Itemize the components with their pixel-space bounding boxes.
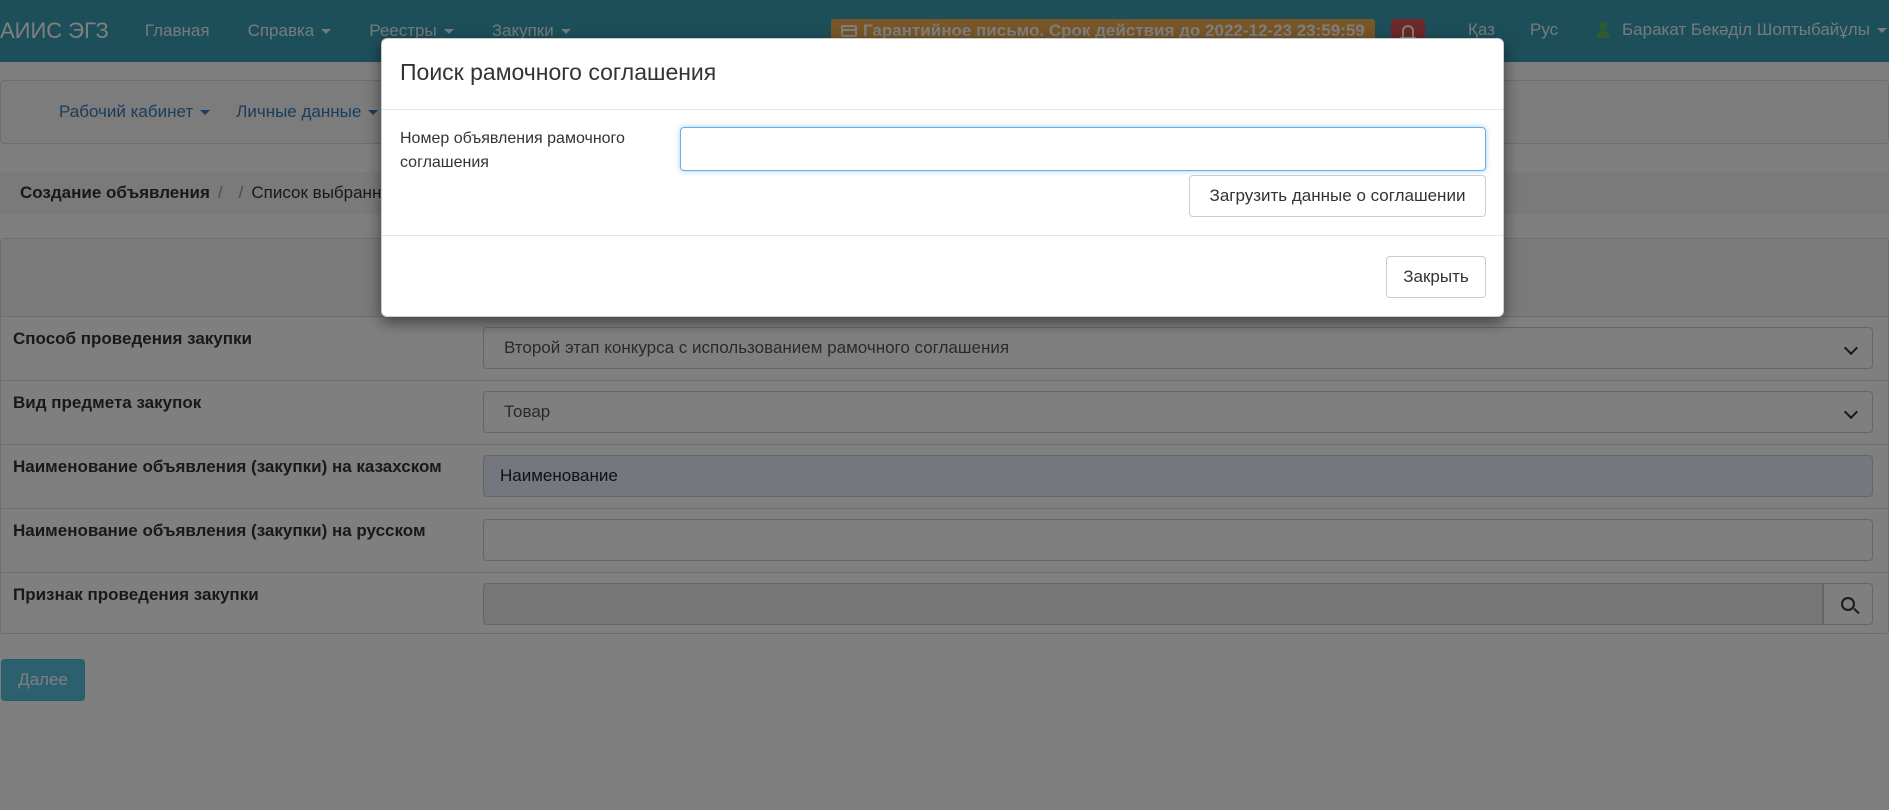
agreement-number-label: Номер объявления рамочного соглашения — [400, 130, 625, 171]
agreement-number-input[interactable] — [680, 127, 1486, 171]
framework-agreement-search-modal: Поиск рамочного соглашения Номер объявле… — [381, 38, 1504, 317]
modal-header-divider — [382, 109, 1503, 110]
modal-footer-divider — [382, 235, 1503, 236]
load-agreement-button[interactable]: Загрузить данные о соглашении — [1189, 175, 1486, 217]
close-modal-button[interactable]: Закрыть — [1386, 256, 1486, 298]
modal-title: Поиск рамочного соглашения — [400, 59, 717, 85]
